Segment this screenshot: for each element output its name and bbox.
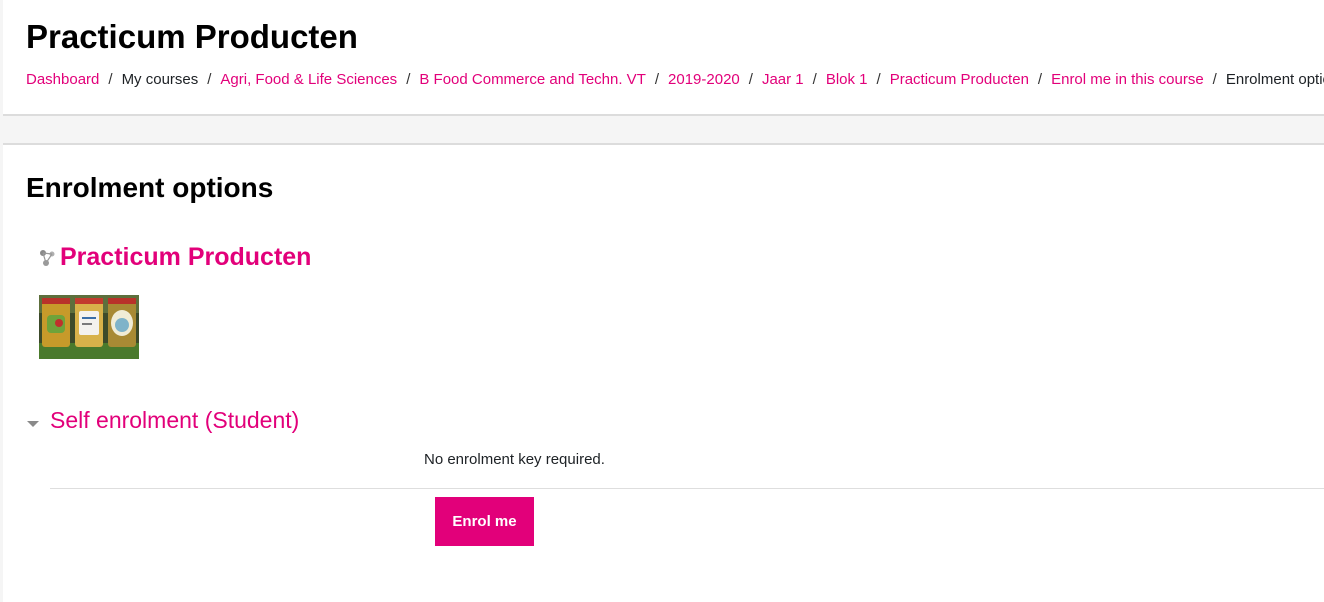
breadcrumb-food-commerce[interactable]: B Food Commerce and Techn. VT (419, 71, 646, 88)
breadcrumb-course[interactable]: Practicum Producten (890, 71, 1029, 88)
self-enrolment-heading[interactable]: Self enrolment (Student) (50, 407, 299, 434)
breadcrumb-separator: / (108, 71, 113, 88)
breadcrumb-dashboard[interactable]: Dashboard (26, 71, 99, 88)
breadcrumb-separator: / (748, 71, 753, 88)
breadcrumb-current: Enrolment options (1225, 71, 1324, 88)
breadcrumb-my-courses: My courses (121, 71, 199, 88)
course-name-link[interactable]: Practicum Producten (60, 243, 311, 272)
collapse-triangle-icon[interactable] (27, 419, 39, 429)
course-network-icon (40, 250, 55, 266)
breadcrumb-jaar[interactable]: Jaar 1 (762, 71, 804, 88)
breadcrumb-separator: / (406, 71, 411, 88)
breadcrumb: Dashboard / My courses / Agri, Food & Life S… (26, 71, 1324, 88)
breadcrumb-year[interactable]: 2019-2020 (668, 71, 740, 88)
page-title: Practicum Producten (26, 18, 358, 55)
section-title: Enrolment options (26, 172, 274, 203)
main-region: Enrolment options Practicum Producten Se… (3, 143, 1324, 602)
breadcrumb-blok[interactable]: Blok 1 (826, 71, 868, 88)
breadcrumb-enrol[interactable]: Enrol me in this course (1051, 71, 1204, 88)
page-header: Practicum Producten Dashboard / My courses… (3, 0, 1324, 116)
breadcrumb-separator: / (1212, 71, 1217, 88)
course-image[interactable] (39, 295, 139, 359)
breadcrumb-separator: / (812, 71, 817, 88)
enrol-me-button[interactable]: Enrol me (435, 497, 534, 546)
form-divider (50, 488, 1324, 489)
breadcrumb-separator: / (654, 71, 660, 88)
breadcrumb-separator: / (207, 71, 212, 88)
breadcrumb-separator: / (1037, 71, 1043, 88)
breadcrumb-separator: / (876, 71, 881, 88)
enrolment-key-info: No enrolment key required. (424, 451, 605, 468)
breadcrumb-agri-food[interactable]: Agri, Food & Life Sciences (220, 71, 397, 88)
